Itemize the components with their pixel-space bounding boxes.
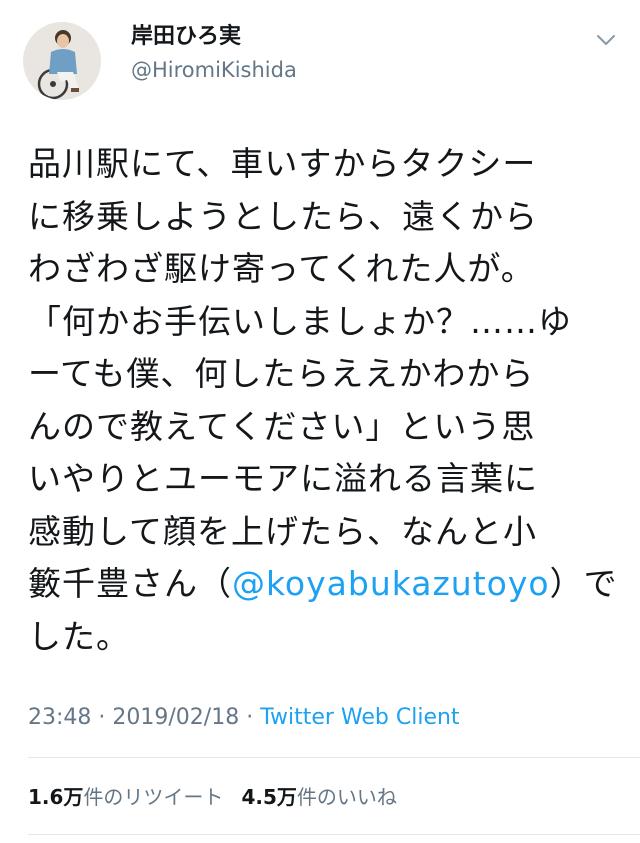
tweet-text-segment: ）で <box>549 564 618 603</box>
tweet-line: に移乗しようとしたら、遠くから <box>28 196 538 236</box>
retweets-stat[interactable]: 1.6万件のリツイート <box>28 785 223 809</box>
tweet-text: 品川駅にて、車いすからタクシー に移乗しようとしたら、遠くから わざわざ駆け寄っ… <box>28 138 628 663</box>
divider <box>28 757 640 758</box>
tweet-stats: 1.6万件のリツイート 4.5万件のいいね <box>28 783 397 811</box>
likes-count: 4.5万 <box>241 785 297 809</box>
client-link[interactable]: Twitter Web Client <box>260 705 459 730</box>
tweet-line: 感動して顔を上げたら、なんと小 <box>28 511 538 551</box>
display-name[interactable]: 岸田ひろ実 <box>131 22 241 52</box>
tweet-line: した。 <box>28 616 130 656</box>
tweet-line: んので教えてください」という思 <box>28 406 536 446</box>
avatar[interactable] <box>23 22 101 100</box>
tweet-line: いやりとユーモアに溢れる言葉に <box>28 459 538 498</box>
tweet-line: わざわざ駆け寄ってくれた人が。 <box>28 249 535 288</box>
retweets-label: 件のリツイート <box>83 785 224 809</box>
tweet-line: 籔千豊さん（@koyabukazutoyo）で <box>28 558 628 611</box>
retweets-count: 1.6万 <box>28 785 84 809</box>
tweet-time[interactable]: 23:48 <box>28 705 91 730</box>
tweet-line: ーても僕、何したらええかわから <box>28 354 535 393</box>
user-handle[interactable]: @HiromiKishida <box>131 56 297 84</box>
tweet-meta: 23:48 · 2019/02/18 · Twitter Web Client <box>28 703 460 733</box>
tweet-date[interactable]: 2019/02/18 <box>112 705 239 730</box>
meta-separator: · <box>239 705 261 730</box>
likes-label: 件のいいね <box>296 785 397 809</box>
meta-separator: · <box>91 705 113 730</box>
tweet-line: 品川駅にて、車いすからタクシー <box>28 144 537 183</box>
divider <box>28 834 640 835</box>
chevron-down-icon[interactable] <box>590 28 622 52</box>
tweet-line: 「何かお手伝いしましょか？……ゆ <box>28 301 572 341</box>
mention-link[interactable]: @koyabukazutoyo <box>232 564 550 603</box>
avatar-image <box>23 22 101 100</box>
tweet-text-segment: 籔千豊さん（ <box>28 564 232 603</box>
likes-stat[interactable]: 4.5万件のいいね <box>241 785 396 809</box>
